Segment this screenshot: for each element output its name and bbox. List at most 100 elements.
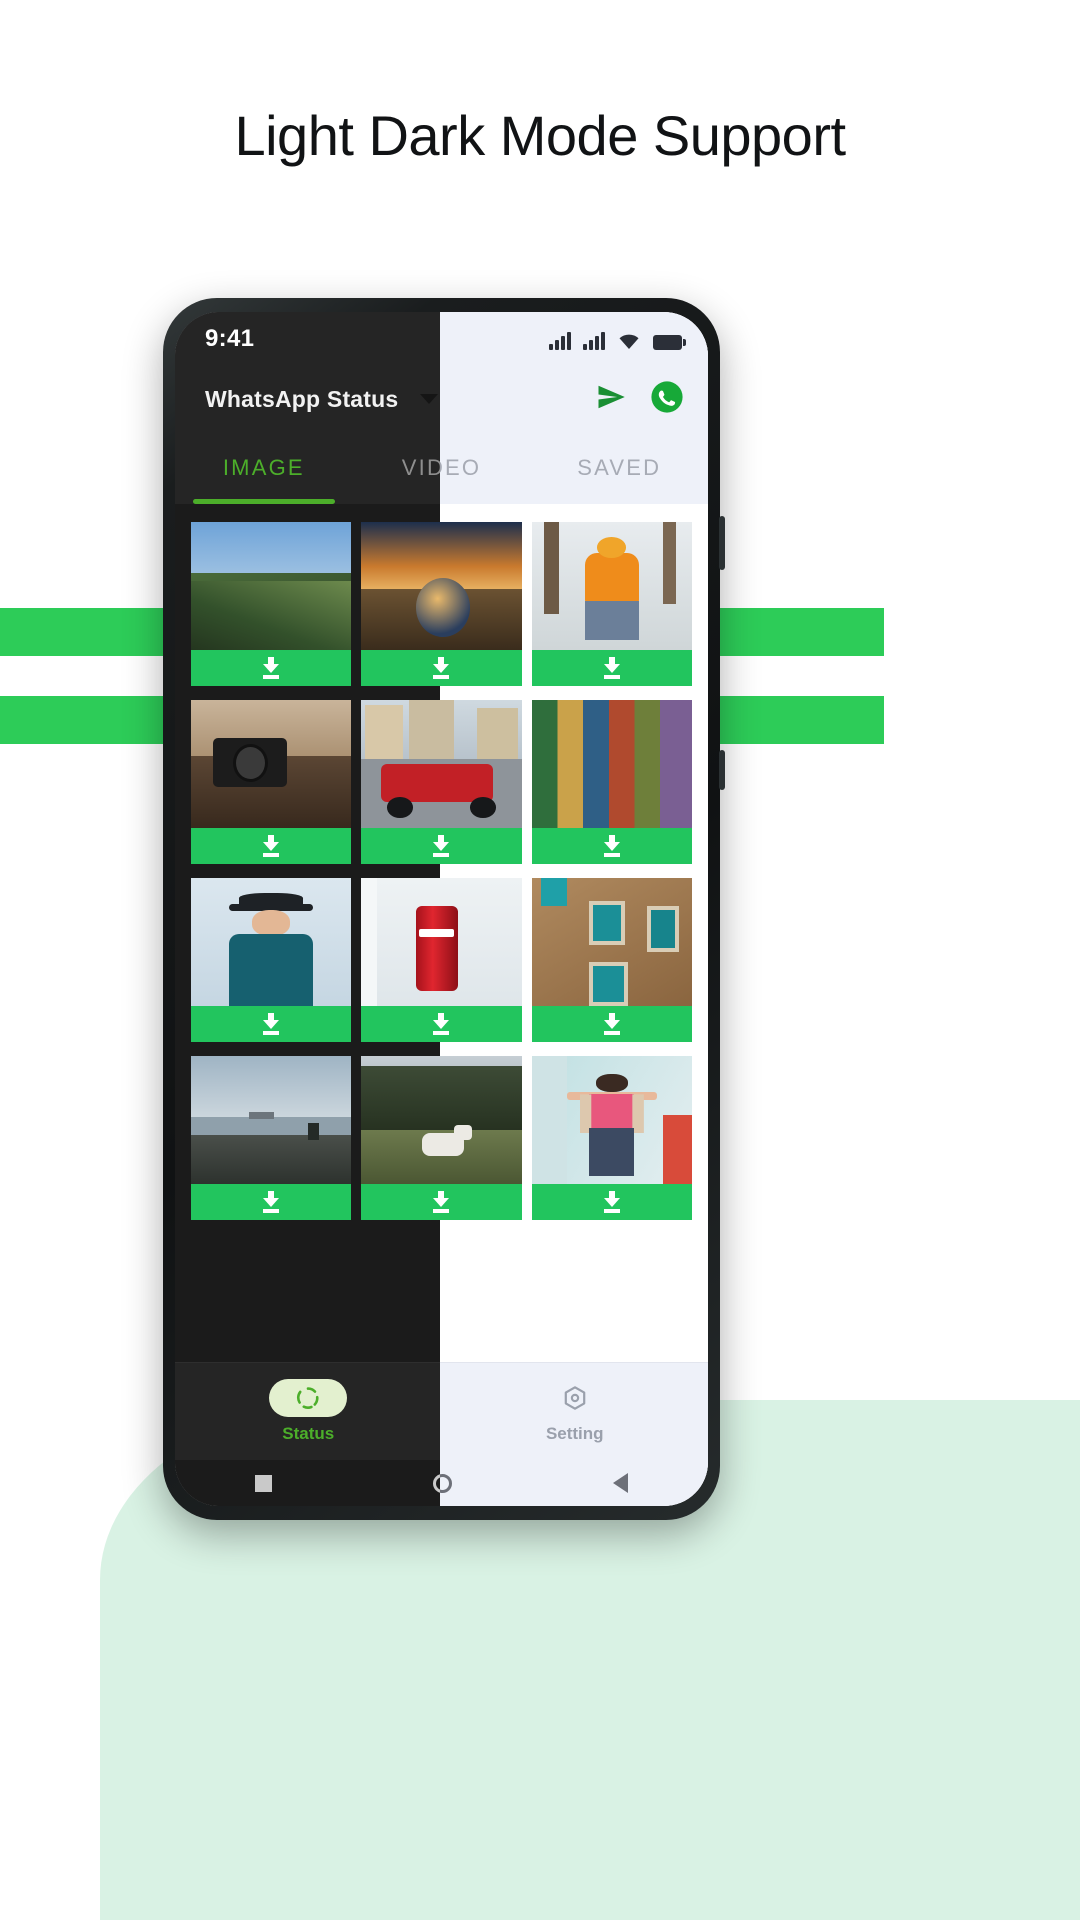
status-bar-dark: 9:41 — [175, 312, 440, 366]
download-button[interactable] — [440, 1006, 522, 1042]
triangle-left-icon[interactable] — [612, 1473, 628, 1493]
power-button[interactable] — [719, 750, 725, 790]
bottom-nav-light: Status Setting — [440, 1362, 708, 1460]
download-icon — [431, 1013, 440, 1035]
status-grid-item[interactable] — [191, 522, 352, 686]
status-grid-item[interactable] — [440, 1056, 522, 1220]
status-thumbnail[interactable] — [531, 700, 692, 828]
tab-saved[interactable]: SAVED — [530, 432, 708, 504]
download-icon — [431, 657, 440, 679]
app-bar-light: WhatsApp Status — [440, 366, 708, 432]
status-grid-item[interactable] — [361, 700, 440, 864]
tab-video[interactable]: VIDEO — [440, 432, 530, 504]
download-icon — [261, 835, 281, 857]
download-icon — [602, 835, 622, 857]
status-thumbnail[interactable] — [440, 522, 522, 650]
download-button[interactable] — [191, 828, 352, 864]
download-icon — [431, 1191, 440, 1213]
dark-mode-half: 9:41 WhatsApp Status IMAGE VID Status — [175, 312, 440, 1506]
status-grid-item[interactable] — [440, 522, 522, 686]
send-icon[interactable] — [594, 382, 628, 417]
download-button[interactable] — [191, 650, 352, 686]
download-icon — [261, 657, 281, 679]
android-system-bar-light — [440, 1460, 708, 1506]
status-grid-item[interactable] — [531, 878, 692, 1042]
gear-hex-icon — [536, 1379, 614, 1417]
download-button[interactable] — [531, 1006, 692, 1042]
circle-icon[interactable] — [440, 1473, 452, 1493]
status-grid-item[interactable] — [531, 522, 692, 686]
nav-item-setting[interactable]: Setting — [442, 1363, 709, 1460]
status-thumbnail[interactable] — [531, 1056, 692, 1184]
tab-video[interactable]: VIDEO — [353, 432, 440, 504]
chevron-down-icon[interactable] — [420, 394, 439, 404]
status-grid-item[interactable] — [361, 1056, 440, 1220]
status-thumbnail[interactable] — [191, 522, 352, 650]
square-icon[interactable] — [255, 1474, 273, 1492]
download-button[interactable] — [440, 1184, 522, 1220]
whatsapp-icon[interactable] — [650, 380, 684, 419]
status-grid-item[interactable] — [191, 878, 352, 1042]
status-grid-dark — [175, 504, 440, 1408]
status-thumbnail[interactable] — [191, 700, 352, 828]
status-thumbnail[interactable] — [531, 878, 692, 1006]
download-button[interactable] — [440, 828, 522, 864]
android-system-bar-dark — [175, 1460, 440, 1506]
download-button[interactable] — [191, 1006, 352, 1042]
light-mode-half: 9:41 WhatsApp Status — [440, 312, 708, 1506]
download-icon — [440, 1013, 451, 1035]
status-grid-item[interactable] — [440, 878, 522, 1042]
download-icon — [440, 835, 451, 857]
status-thumbnail[interactable] — [191, 878, 352, 1006]
download-icon — [440, 1191, 451, 1213]
download-button[interactable] — [531, 828, 692, 864]
download-button[interactable] — [531, 650, 692, 686]
download-icon — [602, 657, 622, 679]
download-button[interactable] — [361, 1184, 440, 1220]
circle-icon[interactable] — [432, 1473, 440, 1493]
page-title: Light Dark Mode Support — [234, 104, 846, 167]
signal-bars-icon — [583, 331, 605, 350]
status-grid-item[interactable] — [191, 700, 352, 864]
battery-icon — [653, 335, 686, 350]
status-thumbnail[interactable] — [361, 878, 440, 1006]
status-grid-item[interactable] — [531, 1056, 692, 1220]
status-bar-light: 9:41 — [440, 312, 708, 366]
download-button[interactable] — [361, 1006, 440, 1042]
tab-bar-light: IMAGE VIDEO SAVED — [440, 432, 708, 504]
bottom-nav-dark: Status Setting — [175, 1362, 440, 1460]
nav-item-status[interactable]: Status — [175, 1363, 440, 1460]
tab-bar-dark: IMAGE VIDEO SAVED — [175, 432, 440, 504]
download-icon — [602, 1191, 622, 1213]
status-thumbnail[interactable] — [531, 522, 692, 650]
status-grid-item[interactable] — [361, 878, 440, 1042]
status-grid-item[interactable] — [531, 700, 692, 864]
status-thumbnail[interactable] — [440, 878, 522, 1006]
download-button[interactable] — [191, 1184, 352, 1220]
download-button[interactable] — [440, 650, 522, 686]
download-icon — [440, 657, 451, 679]
status-ring-icon — [269, 1379, 348, 1417]
status-thumbnail[interactable] — [440, 1056, 522, 1184]
status-thumbnail[interactable] — [361, 1056, 440, 1184]
status-thumbnail[interactable] — [361, 522, 440, 650]
status-grid-item[interactable] — [440, 700, 522, 864]
signal-bars-icon — [549, 331, 571, 350]
download-icon — [261, 1013, 281, 1035]
status-thumbnail[interactable] — [191, 1056, 352, 1184]
download-button[interactable] — [531, 1184, 692, 1220]
download-icon — [431, 835, 440, 857]
nav-label-setting: Setting — [545, 1424, 604, 1443]
download-icon — [261, 1191, 281, 1213]
volume-button[interactable] — [719, 516, 725, 570]
download-icon — [602, 1013, 622, 1035]
status-grid-item[interactable] — [191, 1056, 352, 1220]
tab-image[interactable]: IMAGE — [175, 432, 353, 504]
phone-screen: 9:41 WhatsApp Status IMAGE VID Status EO… — [175, 312, 708, 1506]
status-bar-clock: 9:41 — [205, 325, 255, 352]
status-grid-item[interactable] — [361, 522, 440, 686]
download-button[interactable] — [361, 650, 440, 686]
download-button[interactable] — [361, 828, 440, 864]
status-thumbnail[interactable] — [361, 700, 440, 828]
status-thumbnail[interactable] — [440, 700, 522, 828]
